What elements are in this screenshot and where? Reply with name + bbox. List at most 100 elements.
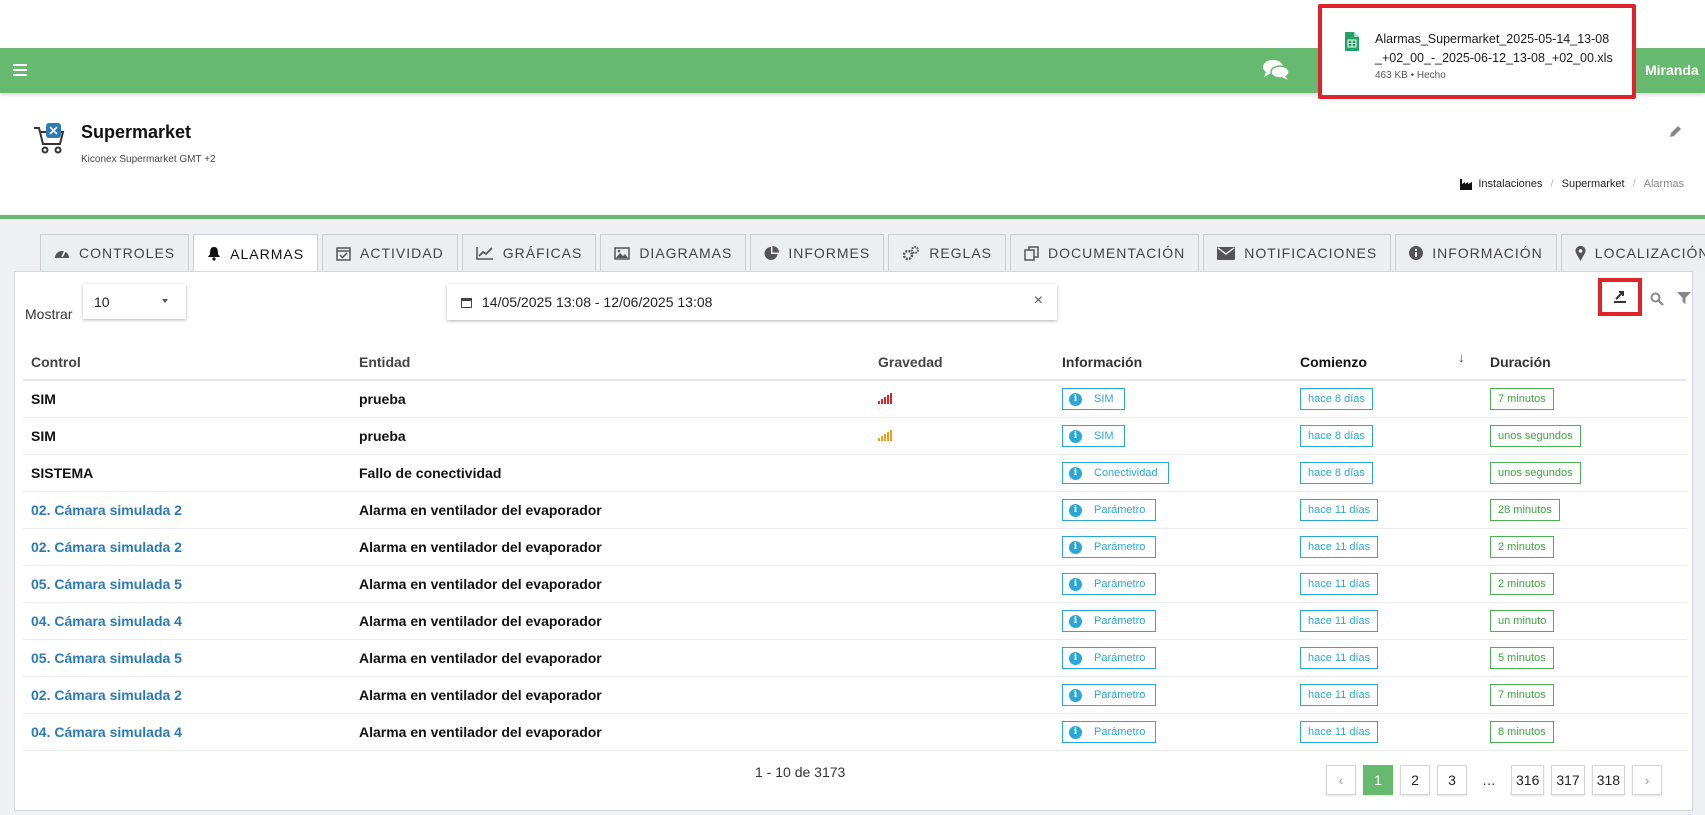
- control-name[interactable]: 05. Cámara simulada 5: [31, 576, 182, 592]
- header-duration[interactable]: Duración: [1482, 354, 1687, 370]
- info-badge[interactable]: i Parámetro: [1062, 573, 1157, 595]
- tab-notificaciones[interactable]: NOTIFICACIONES: [1203, 234, 1392, 271]
- entity-name: Alarma en ventilador del evaporador: [359, 576, 602, 592]
- breadcrumb-supermarket[interactable]: Supermarket: [1562, 178, 1625, 190]
- table-row[interactable]: 02. Cámara simulada 2 Alarma en ventilad…: [23, 529, 1687, 566]
- user-name[interactable]: Miranda: [1645, 62, 1699, 78]
- duration-badge: 2 minutos: [1490, 573, 1554, 595]
- shopping-cart-icon: [34, 123, 65, 154]
- filter-icon[interactable]: [1677, 291, 1691, 305]
- control-name: SIM: [31, 428, 56, 444]
- download-notification[interactable]: Alarmas_Supermarket_2025-05-14_13-08_+02…: [1318, 4, 1636, 99]
- pagination-page-button[interactable]: 3: [1437, 765, 1467, 795]
- pagination-page-button[interactable]: 317: [1551, 765, 1585, 795]
- control-name[interactable]: 02. Cámara simulada 2: [31, 687, 182, 703]
- info-badge[interactable]: i Parámetro: [1062, 536, 1157, 558]
- date-range-field[interactable]: 14/05/2025 13:08 - 12/06/2025 13:08 ×: [447, 284, 1057, 320]
- table-row[interactable]: SIM prueba i SIM hace 8 días 7 minutos: [23, 381, 1687, 418]
- header-start[interactable]: Comienzo ↓: [1292, 350, 1482, 370]
- header-entity[interactable]: Entidad: [351, 354, 870, 370]
- tab-informes[interactable]: INFORMES: [750, 234, 885, 271]
- clear-icon[interactable]: ×: [1034, 292, 1043, 310]
- chat-icon[interactable]: [1262, 59, 1290, 81]
- pagination-page-button[interactable]: 316: [1511, 765, 1545, 795]
- info-badge[interactable]: i Parámetro: [1062, 610, 1157, 632]
- info-badge[interactable]: i Parámetro: [1062, 499, 1157, 521]
- start-badge: hace 11 días: [1300, 573, 1379, 595]
- tab-alarmas[interactable]: ALARMAS: [193, 234, 319, 272]
- pagination-prev-button[interactable]: ‹: [1326, 765, 1356, 795]
- tab-reglas[interactable]: REGLAS: [888, 234, 1007, 271]
- control-name[interactable]: 02. Cámara simulada 2: [31, 539, 182, 555]
- pagination-page-button[interactable]: 2: [1400, 765, 1430, 795]
- tab-bar: CONTROLES ALARMAS ACTIVIDAD GRÁFICAS DIA…: [40, 234, 1705, 272]
- tab-graficas[interactable]: GRÁFICAS: [461, 234, 597, 271]
- severity-cell: [870, 428, 1054, 444]
- pagination-page-button[interactable]: 1: [1363, 765, 1393, 795]
- page-title: Supermarket: [81, 122, 192, 142]
- info-badge[interactable]: i Parámetro: [1062, 684, 1157, 706]
- table-row[interactable]: 02. Cámara simulada 2 Alarma en ventilad…: [23, 492, 1687, 529]
- breadcrumb-separator: /: [1550, 178, 1554, 190]
- table-row[interactable]: 04. Cámara simulada 4 Alarma en ventilad…: [23, 603, 1687, 640]
- entity-name: Alarma en ventilador del evaporador: [359, 724, 602, 740]
- date-range-value: 14/05/2025 13:08 - 12/06/2025 13:08: [482, 294, 713, 310]
- breadcrumb-instalaciones[interactable]: Instalaciones: [1478, 178, 1542, 190]
- control-name[interactable]: 04. Cámara simulada 4: [31, 613, 182, 629]
- table-row[interactable]: 04. Cámara simulada 4 Alarma en ventilad…: [23, 714, 1687, 751]
- breadcrumb-alarmas: Alarmas: [1643, 178, 1684, 190]
- tab-diagramas[interactable]: DIAGRAMAS: [600, 234, 747, 271]
- info-circle-icon: [1409, 246, 1424, 260]
- pie-chart-icon: [764, 245, 780, 260]
- header-severity[interactable]: Gravedad: [870, 354, 1054, 370]
- copy-icon: [1024, 245, 1039, 261]
- duration-badge: unos segundos: [1490, 425, 1581, 447]
- table-row[interactable]: SIM prueba i SIM hace 8 días unos segundo…: [23, 418, 1687, 455]
- duration-badge: 7 minutos: [1490, 684, 1554, 706]
- sort-down-icon: ↓: [1458, 349, 1465, 365]
- duration-badge: 8 minutos: [1490, 721, 1554, 743]
- info-icon: i: [1069, 540, 1082, 554]
- control-name[interactable]: 04. Cámara simulada 4: [31, 724, 182, 740]
- table-row[interactable]: 05. Cámara simulada 5 Alarma en ventilad…: [23, 640, 1687, 677]
- info-badge[interactable]: i Parámetro: [1062, 647, 1157, 669]
- table-body: SIM prueba i SIM hace 8 días 7 minutos SI…: [23, 381, 1687, 751]
- table-header: Control Entidad Gravedad Información Com…: [23, 344, 1687, 381]
- pagination-next-button[interactable]: ›: [1632, 765, 1663, 795]
- tab-informacion[interactable]: INFORMACIÓN: [1395, 234, 1557, 271]
- pencil-icon[interactable]: [1668, 124, 1683, 139]
- start-badge: hace 11 días: [1300, 536, 1379, 558]
- pagination-page-button[interactable]: 318: [1591, 765, 1626, 795]
- signal-severity-icon: [878, 392, 892, 404]
- entity-name: Alarma en ventilador del evaporador: [359, 687, 602, 703]
- control-name: SIM: [31, 391, 56, 407]
- gauge-icon: [55, 250, 69, 258]
- map-marker-icon: [1575, 245, 1586, 261]
- info-badge[interactable]: i Parámetro: [1062, 721, 1157, 743]
- control-name[interactable]: 02. Cámara simulada 2: [31, 502, 182, 518]
- header-info[interactable]: Información: [1054, 354, 1292, 370]
- header-control[interactable]: Control: [23, 354, 351, 370]
- entity-name: Alarma en ventilador del evaporador: [359, 613, 602, 629]
- tab-localizacion[interactable]: LOCALIZACIÓN: [1560, 234, 1705, 271]
- control-name[interactable]: 05. Cámara simulada 5: [31, 650, 182, 666]
- info-badge[interactable]: i SIM: [1062, 425, 1125, 447]
- export-button[interactable]: [1598, 278, 1642, 316]
- pagination-ellipsis: …: [1482, 772, 1496, 788]
- info-badge[interactable]: i SIM: [1062, 388, 1125, 410]
- table-row[interactable]: SISTEMA Fallo de conectividad i Conectivi…: [23, 455, 1687, 492]
- download-file-name[interactable]: Alarmas_Supermarket_2025-05-14_13-08_+02…: [1375, 30, 1615, 68]
- breadcrumb-separator: /: [1632, 178, 1636, 190]
- table-row[interactable]: 02. Cámara simulada 2 Alarma en ventilad…: [23, 677, 1687, 714]
- tab-actividad[interactable]: ACTIVIDAD: [322, 234, 458, 271]
- tab-controles[interactable]: CONTROLES: [40, 234, 190, 271]
- table-row[interactable]: 05. Cámara simulada 5 Alarma en ventilad…: [23, 566, 1687, 603]
- download-meta: 463 KB • Hecho: [1375, 70, 1446, 81]
- tab-documentacion[interactable]: DOCUMENTACIÓN: [1010, 234, 1200, 271]
- info-badge[interactable]: i Conectividad: [1062, 462, 1169, 484]
- menu-icon[interactable]: [13, 64, 27, 76]
- info-icon: i: [1069, 466, 1082, 480]
- search-icon[interactable]: [1650, 292, 1664, 306]
- page-length-select[interactable]: 10: [83, 284, 186, 319]
- image-icon: [614, 246, 631, 260]
